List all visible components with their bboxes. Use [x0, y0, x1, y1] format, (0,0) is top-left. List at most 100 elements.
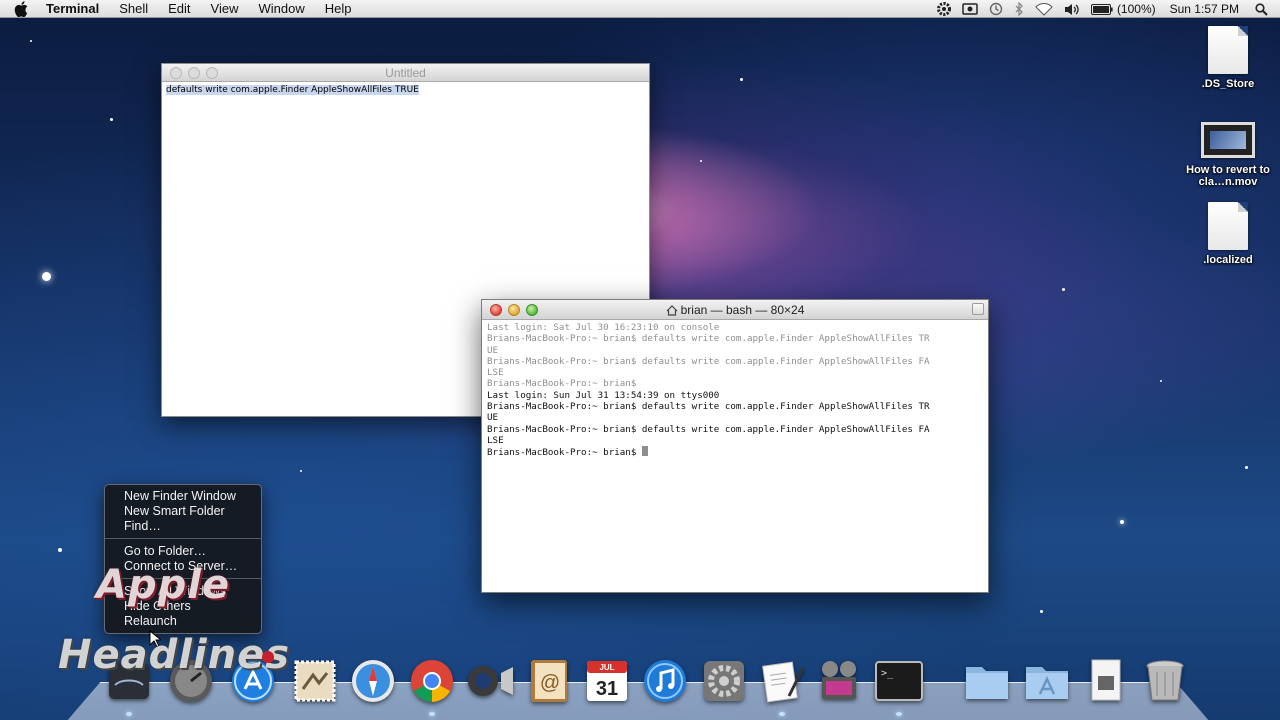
folder-icon	[966, 667, 1008, 699]
apple-menu-icon[interactable]	[14, 0, 36, 17]
menu-item-go-to-folder[interactable]: Go to Folder…	[105, 544, 261, 559]
terminal-icon: >_	[875, 661, 923, 701]
dock-context-menu: New Finder Window New Smart Folder Find……	[104, 484, 262, 634]
running-indicator	[896, 712, 902, 716]
minimize-button[interactable]	[508, 304, 520, 316]
textedit-title: Untitled	[385, 66, 426, 80]
movie-file-icon	[1201, 122, 1255, 158]
desktop-icon-label: .DS_Store	[1201, 78, 1255, 90]
terminal-line: LSE	[487, 367, 504, 379]
zoom-button[interactable]	[526, 304, 538, 316]
toolbar-toggle-button[interactable]	[972, 303, 984, 315]
menu-bar: Terminal Shell Edit View Window Help (10…	[0, 0, 1280, 18]
dock-app-folder[interactable]	[1022, 657, 1072, 705]
selected-text[interactable]: defaults write com.apple.Finder AppleSho…	[166, 85, 419, 95]
trash-icon	[1146, 660, 1184, 701]
terminal-prompt: Brians-MacBook-Pro:~ brian$	[487, 447, 642, 459]
running-indicator	[126, 712, 132, 716]
desktop-icon-ds-store[interactable]: .DS_Store	[1185, 26, 1271, 90]
terminal-window: brian — bash — 80×24 Last login: Sat Jul…	[481, 299, 989, 593]
clock[interactable]: Sun 1:57 PM	[1170, 2, 1239, 16]
terminal-line: Brians-MacBook-Pro:~ brian$ defaults wri…	[487, 401, 930, 413]
watermark-headlines: Headlines	[58, 632, 291, 678]
menu-help[interactable]: Help	[315, 0, 362, 18]
menu-view[interactable]: View	[201, 0, 249, 18]
desktop-icon-label: How to revert to cla…n.mov	[1186, 164, 1270, 188]
dock-mail[interactable]	[290, 657, 340, 705]
document-icon	[1208, 202, 1248, 250]
dock-safari[interactable]	[348, 657, 398, 705]
menu-item-new-finder-window[interactable]: New Finder Window	[105, 489, 261, 504]
dock-system-preferences[interactable]	[699, 657, 749, 705]
document-stack-icon	[1091, 659, 1121, 701]
volume-icon[interactable]	[1064, 3, 1080, 16]
terminal-line: Last login: Sun Jul 31 13:54:39 on ttys0…	[487, 389, 720, 401]
terminal-line: Last login: Sat Jul 30 16:23:10 on conso…	[487, 322, 720, 333]
desktop-icon-localized[interactable]: .localized	[1185, 202, 1271, 266]
close-button[interactable]	[490, 304, 502, 316]
itunes-music-icon	[644, 660, 686, 702]
screen-record-icon[interactable]	[962, 3, 978, 15]
watermark-dot	[262, 651, 274, 663]
battery-percent[interactable]: (100%)	[1117, 2, 1156, 16]
terminal-line: Brians-MacBook-Pro:~ brian$ defaults wri…	[487, 423, 930, 435]
time-machine-icon[interactable]	[989, 2, 1003, 16]
terminal-line: UE	[487, 412, 499, 424]
compass-icon	[352, 660, 394, 702]
terminal-output[interactable]: Last login: Sat Jul 30 16:23:10 on conso…	[482, 320, 988, 461]
menu-separator	[105, 538, 261, 539]
gear-icon	[704, 661, 744, 701]
calendar-icon: JUL 31	[587, 661, 627, 701]
zoom-button[interactable]	[206, 67, 218, 79]
menu-edit[interactable]: Edit	[158, 0, 200, 18]
applications-folder-icon	[1026, 667, 1068, 699]
calendar-day: 31	[596, 678, 618, 700]
terminal-line: Brians-MacBook-Pro:~ brian$ defaults wri…	[487, 355, 930, 367]
textedit-document[interactable]: defaults write com.apple.Finder AppleSho…	[162, 82, 649, 98]
dock-documents-stack[interactable]	[1081, 657, 1131, 705]
minimize-button[interactable]	[188, 67, 200, 79]
dock-ical[interactable]: JUL 31	[582, 657, 632, 705]
address-book-icon: @	[531, 660, 567, 702]
menu-terminal[interactable]: Terminal	[36, 0, 109, 18]
bluetooth-icon[interactable]	[1014, 2, 1024, 16]
dock-itunes[interactable]	[640, 657, 690, 705]
desktop-icon-label: .localized	[1203, 254, 1253, 266]
terminal-titlebar[interactable]: brian — bash — 80×24	[482, 300, 988, 320]
movie-camera-icon	[822, 661, 856, 699]
svg-text:>_: >_	[881, 668, 894, 679]
dock-facetime[interactable]	[465, 657, 515, 705]
battery-icon[interactable]	[1090, 3, 1113, 15]
dock-chrome[interactable]	[407, 657, 457, 705]
svg-text:@: @	[540, 672, 560, 694]
menu-item-find[interactable]: Find…	[105, 519, 261, 534]
dock-textedit[interactable]	[757, 657, 807, 705]
menu-window[interactable]: Window	[249, 0, 315, 18]
camera-icon	[468, 666, 513, 696]
menu-shell[interactable]: Shell	[109, 0, 158, 18]
dock-applications-folder[interactable]	[962, 657, 1012, 705]
dock-trash[interactable]	[1140, 657, 1190, 705]
menu-item-new-smart-folder[interactable]: New Smart Folder	[105, 504, 261, 519]
textedit-pen-icon	[762, 661, 805, 703]
terminal-line: UE	[487, 344, 499, 356]
desktop-icon-movie[interactable]: How to revert to cla…n.mov	[1185, 122, 1271, 188]
dock-terminal[interactable]: >_	[874, 657, 924, 705]
menu-item-relaunch[interactable]: Relaunch	[105, 614, 261, 629]
document-icon	[1208, 26, 1248, 74]
home-icon	[666, 302, 678, 322]
dock-address-book[interactable]: @	[524, 657, 574, 705]
running-indicator	[779, 712, 785, 716]
textedit-titlebar[interactable]: Untitled	[162, 64, 649, 82]
running-indicator	[429, 712, 435, 716]
close-button[interactable]	[170, 67, 182, 79]
mail-stamp-icon	[294, 660, 336, 702]
gear-status-icon[interactable]	[936, 2, 951, 16]
terminal-line: Brians-MacBook-Pro:~ brian$	[487, 378, 637, 390]
text-cursor	[641, 446, 648, 457]
spotlight-search-icon[interactable]	[1255, 2, 1268, 16]
terminal-title: brian — bash — 80×24	[680, 303, 805, 317]
wifi-icon[interactable]	[1035, 2, 1053, 16]
terminal-line: LSE	[487, 434, 504, 446]
dock-iphoto[interactable]	[815, 657, 865, 705]
